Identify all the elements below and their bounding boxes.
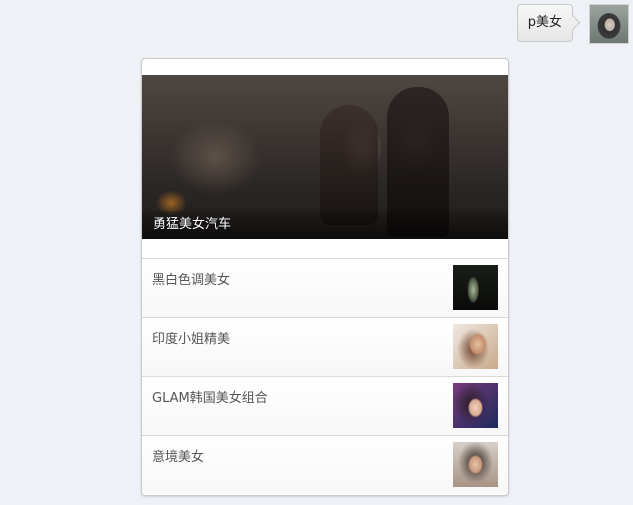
- news-list-item[interactable]: 意境美女: [142, 435, 508, 494]
- news-item-title[interactable]: GLAM韩国美女组合: [152, 387, 268, 406]
- outgoing-message-bubble: p美女: [516, 4, 573, 42]
- headline-image-figure-left: [320, 105, 378, 225]
- news-item-thumbnail[interactable]: [453, 442, 498, 487]
- user-avatar[interactable]: [589, 4, 629, 44]
- news-card: 勇猛美女汽车 黑白色调美女 印度小姐精美 GLAM韩国美女组合 意境美女: [141, 58, 509, 496]
- news-item-title[interactable]: 意境美女: [152, 446, 204, 465]
- outgoing-message-row: p美女: [516, 4, 629, 44]
- news-list-item[interactable]: GLAM韩国美女组合: [142, 376, 508, 435]
- news-list-item[interactable]: 黑白色调美女: [142, 258, 508, 317]
- news-item-thumbnail[interactable]: [453, 324, 498, 369]
- headline-image[interactable]: 勇猛美女汽车: [142, 75, 508, 239]
- news-item-title[interactable]: 黑白色调美女: [152, 269, 230, 288]
- news-item-thumbnail[interactable]: [453, 265, 498, 310]
- news-list-item[interactable]: 印度小姐精美: [142, 317, 508, 376]
- news-item-thumbnail[interactable]: [453, 383, 498, 428]
- news-item-title[interactable]: 印度小姐精美: [152, 328, 230, 347]
- headline-caption[interactable]: 勇猛美女汽车: [153, 213, 231, 232]
- news-list: 黑白色调美女 印度小姐精美 GLAM韩国美女组合 意境美女: [142, 258, 508, 494]
